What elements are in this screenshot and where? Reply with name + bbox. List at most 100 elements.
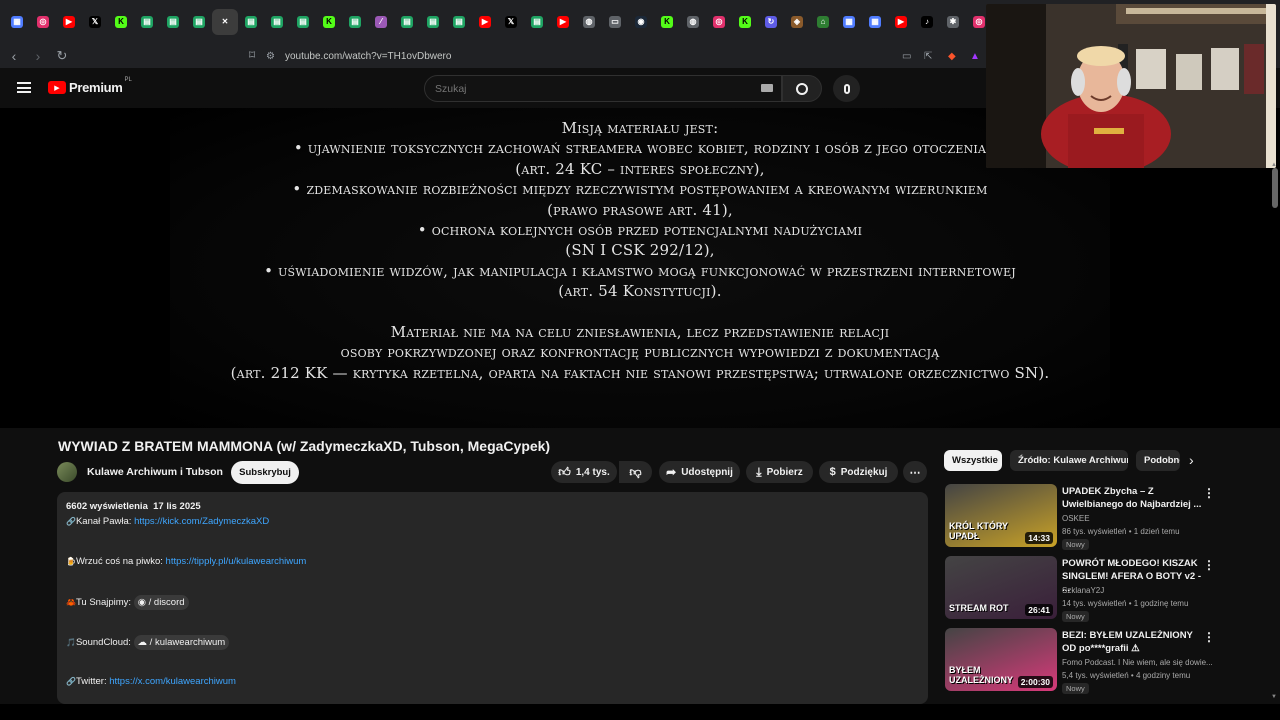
browser-tab[interactable]: 𝕏	[498, 9, 524, 35]
browser-tab[interactable]: ◍	[680, 9, 706, 35]
browser-tab[interactable]: ▦	[836, 9, 862, 35]
description-link[interactable]: https://kick.com/ZadymeczkaXD	[134, 516, 269, 527]
sidebar-video-card[interactable]: KRÓL KTÓRY UPADŁ 14:33 UPADEK Zbycha – Z…	[945, 484, 1215, 550]
search-button[interactable]	[782, 75, 822, 102]
video-card-title[interactable]: UPADEK Zbycha – Z Uwielbianego do Najbar…	[1062, 486, 1202, 511]
like-count: 1,4 tys.	[575, 466, 610, 478]
new-badge: Nowy	[1062, 683, 1089, 694]
browser-tab[interactable]: K	[108, 9, 134, 35]
browser-tab[interactable]: ◎	[30, 9, 56, 35]
install-icon[interactable]: ▭	[902, 51, 911, 62]
scroll-up-icon[interactable]: ▲	[1271, 162, 1277, 168]
browser-tab[interactable]: ◍	[576, 9, 602, 35]
channel-name[interactable]: Kulawe Archiwum i Tubson	[87, 466, 223, 478]
browser-tab[interactable]: ▦	[4, 9, 30, 35]
browser-tab[interactable]: ▤	[290, 9, 316, 35]
brave-shield-icon[interactable]: ◆	[948, 51, 956, 62]
browser-tab[interactable]: ▶	[472, 9, 498, 35]
share-button[interactable]: ➦ Udostępnij	[659, 461, 740, 483]
video-thumbnail[interactable]: KRÓL KTÓRY UPADŁ 14:33	[945, 484, 1057, 547]
video-thumbnail[interactable]: BYŁEM UZALEŻNIONY 2:00:30	[945, 628, 1057, 691]
menu-icon[interactable]	[17, 82, 31, 93]
overlay-line: Materiał nie ma na celu zniesławienia, l…	[390, 323, 890, 342]
browser-tab[interactable]: K	[732, 9, 758, 35]
browser-tab[interactable]: ▶	[56, 9, 82, 35]
browser-tab[interactable]: ↻	[758, 9, 784, 35]
browser-tab[interactable]: ▤	[446, 9, 472, 35]
thanks-label: Podziękuj	[840, 466, 888, 478]
kick-icon: K	[661, 16, 673, 28]
thumbnail-caption: KRÓL KTÓRY UPADŁ	[949, 521, 1008, 541]
browser-tab[interactable]: ▶	[550, 9, 576, 35]
like-button[interactable]: 👍︎ 1,4 tys.	[551, 461, 617, 483]
reload-icon[interactable]: ↻	[52, 48, 72, 64]
more-actions-button[interactable]: ⋯	[903, 461, 927, 483]
video-card-channel[interactable]: Fomo Podcast. I Nie wiem, ale się dowie.…	[1062, 658, 1213, 667]
bookmark-icon[interactable]: ⌑	[249, 48, 255, 62]
browser-tab[interactable]: ◈	[784, 9, 810, 35]
description-chip-link[interactable]: ☁ / kulawearchiwum	[133, 635, 230, 650]
browser-tab[interactable]: ▤	[394, 9, 420, 35]
search-input[interactable]	[435, 82, 735, 95]
keyboard-icon[interactable]	[761, 84, 773, 92]
overlay-line: osoby pokrzywdzonej oraz konfrontację pu…	[340, 343, 940, 362]
browser-tab[interactable]: ▤	[160, 9, 186, 35]
browser-tab[interactable]: 𝕏	[82, 9, 108, 35]
overlay-line: • ochrona kolejnych osób przed potencjal…	[417, 221, 863, 240]
browser-tab[interactable]: ▤	[134, 9, 160, 35]
browser-tab[interactable]: ▤	[264, 9, 290, 35]
subscribe-button[interactable]: Subskrybuj	[231, 461, 299, 484]
browser-tab[interactable]: K	[654, 9, 680, 35]
browser-tab[interactable]: ⁄	[368, 9, 394, 35]
browser-tab[interactable]: ▦	[862, 9, 888, 35]
youtube-logo[interactable]: ▶ Premium PL	[48, 77, 132, 95]
scroll-down-icon[interactable]: ▼	[1271, 694, 1277, 700]
browser-tab[interactable]: ▤	[342, 9, 368, 35]
description-chip-link[interactable]: ◉ / discord	[133, 595, 189, 610]
channel-avatar[interactable]	[57, 462, 77, 482]
video-card-channel[interactable]: SzklanaY2J	[1062, 586, 1104, 595]
new-badge: Nowy	[1062, 611, 1089, 622]
filter-chip[interactable]: Podobne	[1136, 450, 1180, 471]
page-scrollbar[interactable]	[1272, 168, 1278, 208]
browser-tab[interactable]: ♪	[914, 9, 940, 35]
site-info-icon[interactable]: ⚙	[266, 51, 275, 62]
browser-tab[interactable]: ▤	[524, 9, 550, 35]
more-options-icon[interactable]: ⋮	[1203, 630, 1215, 644]
address-bar[interactable]: ⚙ youtube.com/watch?v=TH1ovDbwero ▭ ⇱ ◆ …	[266, 46, 988, 66]
browser-tab[interactable]: ⌂	[810, 9, 836, 35]
voice-search-button[interactable]	[833, 75, 860, 102]
description-box[interactable]: 6602 wyświetlenia 17 lis 2025 🔗Kanał Paw…	[57, 492, 928, 704]
sidebar-video-card[interactable]: STREAM ROT 26:41 POWRÓT MŁODEGO! KISZAK …	[945, 556, 1215, 622]
browser-tab[interactable]: ✕	[212, 9, 238, 35]
download-button[interactable]: ⤓ Pobierz	[746, 461, 813, 483]
brave-rewards-icon[interactable]: ▲	[970, 51, 980, 62]
forward-icon[interactable]: ›	[28, 48, 48, 64]
filter-chip[interactable]: Wszystkie	[944, 450, 1002, 471]
chips-next-icon[interactable]: ›	[1189, 452, 1194, 468]
browser-tab[interactable]: ◉	[628, 9, 654, 35]
description-link[interactable]: https://tipply.pl/u/kulawearchiwum	[166, 556, 307, 567]
shield-icon: ◈	[791, 16, 803, 28]
browser-tab[interactable]: K	[316, 9, 342, 35]
filter-chip[interactable]: Źródło: Kulawe Archiwum	[1010, 450, 1128, 471]
browser-tab[interactable]: ▤	[238, 9, 264, 35]
browser-tab[interactable]: ✱	[940, 9, 966, 35]
more-options-icon[interactable]: ⋮	[1203, 558, 1215, 572]
browser-tab[interactable]: ▤	[420, 9, 446, 35]
thanks-button[interactable]: $ Podziękuj	[819, 461, 898, 483]
back-icon[interactable]: ‹	[4, 48, 24, 64]
dislike-button[interactable]: 👎︎	[619, 461, 652, 483]
more-options-icon[interactable]: ⋮	[1203, 486, 1215, 500]
browser-tab[interactable]: ▭	[602, 9, 628, 35]
share-icon[interactable]: ⇱	[924, 51, 932, 62]
video-card-title[interactable]: BEZI: BYŁEM UZALEŻNIONY OD po****grafii …	[1062, 630, 1202, 655]
browser-tab[interactable]: ▤	[186, 9, 212, 35]
sidebar-video-card[interactable]: BYŁEM UZALEŻNIONY 2:00:30 BEZI: BYŁEM UZ…	[945, 628, 1215, 694]
search-box[interactable]	[424, 75, 782, 102]
browser-tab[interactable]: ▶	[888, 9, 914, 35]
video-card-channel[interactable]: OSKEE	[1062, 514, 1090, 523]
browser-tab[interactable]: ◎	[706, 9, 732, 35]
video-thumbnail[interactable]: STREAM ROT 26:41	[945, 556, 1057, 619]
description-link[interactable]: https://x.com/kulawearchiwum	[109, 676, 236, 687]
